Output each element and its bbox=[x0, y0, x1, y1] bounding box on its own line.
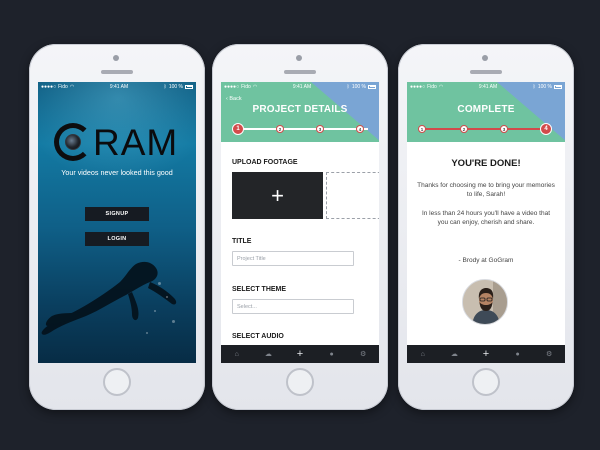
camera-lens-icon bbox=[65, 134, 81, 150]
delivery-message: In less than 24 hours you'll have a vide… bbox=[421, 210, 551, 226]
complete-header: ●●●●○ Fido ◠ 9:41 AM ᛒ 100 % COMPLETE 1 2 3… bbox=[407, 82, 565, 142]
gogram-logo: RAM bbox=[54, 121, 180, 163]
carrier-name: Fido bbox=[427, 83, 437, 90]
theme-select[interactable]: Select... bbox=[232, 299, 354, 314]
clock: 9:41 AM bbox=[478, 83, 498, 90]
front-camera bbox=[113, 55, 119, 61]
home-icon[interactable]: ⌂ bbox=[417, 348, 429, 360]
plus-icon[interactable]: + bbox=[480, 348, 492, 360]
stepper-track bbox=[236, 128, 368, 130]
project-details-header: ●●●●○ Fido ◠ 9:41 AM ᛒ 100 % ‹ Back PROJECT… bbox=[221, 82, 379, 142]
back-label: Back bbox=[229, 96, 242, 102]
complete-screen: ●●●●○ Fido ◠ 9:41 AM ᛒ 100 % COMPLETE 1 2 3… bbox=[407, 82, 565, 363]
welcome-screen: ●●●●○ Fido ◠ 9:41 AM ᛒ 100 % RAM Your video… bbox=[38, 82, 196, 363]
wifi-icon: ◠ bbox=[69, 83, 75, 90]
select-theme-label: SELECT THEME bbox=[232, 286, 287, 293]
thanks-message: Thanks for choosing me to bring your mem… bbox=[417, 182, 555, 198]
upload-slot-empty[interactable] bbox=[326, 172, 379, 219]
user-icon[interactable]: ● bbox=[512, 348, 524, 360]
stepper-progress bbox=[422, 128, 550, 130]
home-button[interactable] bbox=[286, 368, 314, 396]
progress-stepper: 1 2 3 4 bbox=[418, 123, 554, 135]
phone-frame-2: ●●●●○ Fido ◠ 9:41 AM ᛒ 100 % ‹ Back PROJECT… bbox=[212, 44, 388, 410]
tagline: Your videos never looked this good bbox=[61, 168, 173, 177]
signature: - Brody at GoGram bbox=[458, 257, 514, 264]
step-1: 1 bbox=[418, 125, 426, 133]
carrier-name: Fido bbox=[241, 83, 251, 90]
progress-stepper: 1 2 3 4 bbox=[232, 123, 368, 135]
battery-icon bbox=[554, 84, 562, 89]
home-button[interactable] bbox=[103, 368, 131, 396]
phone-frame-3: ●●●●○ Fido ◠ 9:41 AM ᛒ 100 % COMPLETE 1 2 3… bbox=[398, 44, 574, 410]
step-2: 2 bbox=[460, 125, 468, 133]
battery-percent: 100 % bbox=[537, 83, 552, 90]
status-bar: ●●●●○ Fido ◠ 9:41 AM ᛒ 100 % bbox=[38, 82, 196, 91]
project-details-screen: ●●●●○ Fido ◠ 9:41 AM ᛒ 100 % ‹ Back PROJECT… bbox=[221, 82, 379, 363]
battery-icon bbox=[368, 84, 376, 89]
gear-icon[interactable]: ⚙ bbox=[357, 348, 369, 360]
project-title-input[interactable]: Project Title bbox=[232, 251, 354, 266]
step-3: 3 bbox=[500, 125, 508, 133]
signup-button[interactable]: SIGNUP bbox=[85, 207, 149, 221]
earpiece-speaker bbox=[470, 70, 502, 74]
earpiece-speaker bbox=[284, 70, 316, 74]
step-1: 1 bbox=[232, 123, 244, 135]
phone-frame-1: ●●●●○ Fido ◠ 9:41 AM ᛒ 100 % RAM Your video… bbox=[29, 44, 205, 410]
title-label: TITLE bbox=[232, 238, 252, 245]
portrait-icon bbox=[463, 280, 507, 324]
bluetooth-icon: ᛒ bbox=[532, 83, 536, 90]
gear-icon[interactable]: ⚙ bbox=[543, 348, 555, 360]
status-bar: ●●●●○ Fido ◠ 9:41 AM ᛒ 100 % bbox=[221, 82, 379, 91]
plus-icon[interactable]: + bbox=[294, 348, 306, 360]
signal-icon: ●●●●○ bbox=[410, 83, 426, 90]
battery-percent: 100 % bbox=[168, 83, 183, 90]
front-camera bbox=[482, 55, 488, 61]
avatar bbox=[462, 279, 508, 325]
step-2: 2 bbox=[276, 125, 284, 133]
select-audio-label: SELECT AUDIO bbox=[232, 333, 284, 340]
cloud-icon[interactable]: ☁ bbox=[262, 348, 274, 360]
earpiece-speaker bbox=[101, 70, 133, 74]
page-title: COMPLETE bbox=[457, 104, 515, 115]
tab-bar: ⌂ ☁ + ● ⚙ bbox=[407, 345, 565, 363]
signal-icon: ●●●●○ bbox=[41, 83, 57, 90]
carrier-name: Fido bbox=[58, 83, 68, 90]
battery-icon bbox=[185, 84, 193, 89]
user-icon[interactable]: ● bbox=[326, 348, 338, 360]
done-heading: YOU'RE DONE! bbox=[451, 158, 521, 169]
logo-wordmark: RAM bbox=[93, 121, 179, 163]
diver-silhouette bbox=[41, 261, 177, 335]
bluetooth-icon: ᛒ bbox=[163, 83, 167, 90]
page-title: PROJECT DETAILS bbox=[252, 104, 348, 115]
step-4: 4 bbox=[356, 125, 364, 133]
home-button[interactable] bbox=[472, 368, 500, 396]
front-camera bbox=[296, 55, 302, 61]
upload-footage-button[interactable]: + bbox=[232, 172, 323, 219]
clock: 9:41 AM bbox=[292, 83, 312, 90]
plus-icon: + bbox=[271, 182, 284, 208]
back-button[interactable]: ‹ Back bbox=[226, 96, 242, 102]
step-3: 3 bbox=[316, 125, 324, 133]
battery-percent: 100 % bbox=[351, 83, 366, 90]
step-4: 4 bbox=[540, 123, 552, 135]
logo-camera-c bbox=[54, 123, 92, 161]
bluetooth-icon: ᛒ bbox=[346, 83, 350, 90]
clock: 9:41 AM bbox=[109, 83, 129, 90]
home-icon[interactable]: ⌂ bbox=[231, 348, 243, 360]
wifi-icon: ◠ bbox=[252, 83, 258, 90]
tab-bar: ⌂ ☁ + ● ⚙ bbox=[221, 345, 379, 363]
cloud-icon[interactable]: ☁ bbox=[448, 348, 460, 360]
signal-icon: ●●●●○ bbox=[224, 83, 240, 90]
wifi-icon: ◠ bbox=[438, 83, 444, 90]
login-button[interactable]: LOGIN bbox=[85, 232, 149, 246]
status-bar: ●●●●○ Fido ◠ 9:41 AM ᛒ 100 % bbox=[407, 82, 565, 91]
upload-footage-label: UPLOAD FOOTAGE bbox=[232, 159, 298, 166]
